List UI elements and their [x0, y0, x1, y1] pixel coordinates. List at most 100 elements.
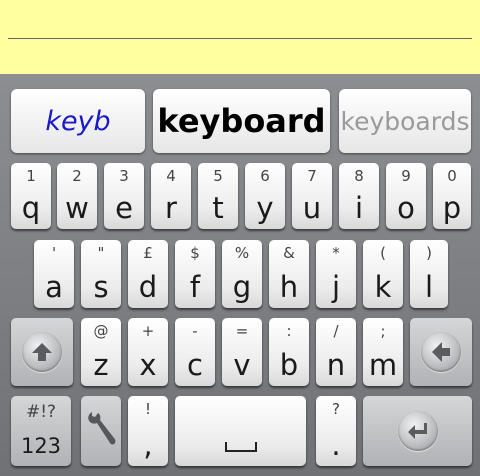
key-hint: % [234, 244, 250, 262]
key-label: e [115, 191, 133, 225]
key-label: b [279, 348, 299, 382]
key-p[interactable]: 0 p [433, 163, 471, 229]
enter-key[interactable] [363, 396, 472, 466]
key-label: q [21, 191, 41, 225]
suggestion-alternate[interactable]: keyboards [339, 89, 471, 153]
key-label: g [232, 270, 252, 304]
key-q[interactable]: 1 q [11, 163, 51, 229]
key-a[interactable]: ' a [34, 240, 74, 308]
key-d[interactable]: £ d [128, 240, 168, 308]
key-comma[interactable]: ! , [128, 396, 168, 466]
suggestion-primary[interactable]: keyboard [153, 89, 330, 153]
symbols-key[interactable]: #!? 123 [11, 396, 71, 466]
key-hint: £ [143, 244, 153, 262]
key-hint: : [286, 322, 292, 340]
key-hint: " [97, 244, 105, 262]
key-y[interactable]: 6 y [245, 163, 285, 229]
key-s[interactable]: " s [81, 240, 121, 308]
key-hint: ? [332, 400, 340, 418]
key-hint: * [332, 244, 340, 262]
key-hint: 0 [447, 167, 457, 185]
key-label: r [165, 191, 177, 225]
key-x[interactable]: + x [128, 318, 168, 386]
key-hint: ( [380, 244, 386, 262]
key-o[interactable]: 9 o [386, 163, 426, 229]
key-l[interactable]: ) l [410, 240, 448, 308]
key-m[interactable]: ; m [363, 318, 403, 386]
key-period[interactable]: ? . [316, 396, 356, 466]
key-t[interactable]: 5 t [198, 163, 238, 229]
key-hint: & [283, 244, 295, 262]
key-label: j [331, 270, 341, 304]
key-h[interactable]: & h [269, 240, 309, 308]
key-label: m [368, 348, 398, 382]
wrench-icon [86, 409, 116, 453]
key-label: . [331, 428, 341, 462]
key-n[interactable]: / n [316, 318, 356, 386]
key-label: p [442, 191, 462, 225]
key-hint: ! [144, 400, 151, 418]
key-label: x [139, 348, 157, 382]
space-bar-icon [224, 442, 257, 452]
key-hint: $ [190, 244, 200, 262]
key-f[interactable]: $ f [175, 240, 215, 308]
key-label: c [187, 348, 203, 382]
key-label: n [326, 348, 346, 382]
key-label: i [354, 191, 364, 225]
key-label: h [279, 270, 299, 304]
key-hint: ' [51, 244, 57, 262]
key-label: s [93, 270, 109, 304]
key-label: a [45, 270, 63, 304]
key-label: , [143, 428, 153, 462]
key-label: f [189, 270, 201, 304]
enter-return-icon [397, 411, 438, 451]
key-hint: / [333, 322, 339, 340]
key-hint: + [141, 322, 155, 340]
key-hint: 6 [260, 167, 270, 185]
key-label: w [65, 191, 89, 225]
suggestion-typed[interactable]: keyb [11, 89, 145, 153]
key-label: d [138, 270, 158, 304]
key-hint: 1 [26, 167, 36, 185]
delete-key[interactable] [410, 318, 472, 386]
key-hint: - [192, 322, 198, 340]
key-j[interactable]: * j [316, 240, 356, 308]
key-hint: 3 [119, 167, 129, 185]
space-bar[interactable] [175, 396, 306, 466]
text-input-area[interactable] [0, 0, 480, 74]
key-label: l [424, 270, 434, 304]
key-b[interactable]: : b [269, 318, 309, 386]
key-e[interactable]: 3 e [104, 163, 144, 229]
key-label: t [212, 191, 224, 225]
key-w[interactable]: 2 w [57, 163, 97, 229]
key-u[interactable]: 7 u [292, 163, 332, 229]
text-baseline [8, 38, 472, 39]
key-hint: ; [380, 322, 386, 340]
key-z[interactable]: @ z [81, 318, 121, 386]
key-hint: #!? [25, 402, 57, 422]
key-hint: 5 [213, 167, 223, 185]
key-label: 123 [20, 434, 62, 458]
shift-key[interactable] [11, 318, 73, 386]
key-hint: ) [426, 244, 432, 262]
key-hint: @ [93, 322, 109, 340]
key-i[interactable]: 8 i [339, 163, 379, 229]
key-hint: = [235, 322, 249, 340]
key-hint: 7 [307, 167, 317, 185]
shift-arrow-up-icon [22, 332, 62, 372]
key-r[interactable]: 4 r [151, 163, 191, 229]
backspace-arrow-left-icon [421, 332, 461, 372]
key-v[interactable]: = v [222, 318, 262, 386]
key-hint: 4 [166, 167, 176, 185]
key-hint: 2 [72, 167, 82, 185]
key-hint: 9 [401, 167, 411, 185]
key-c[interactable]: - c [175, 318, 215, 386]
key-label: u [302, 191, 322, 225]
key-g[interactable]: % g [222, 240, 262, 308]
key-label: k [374, 270, 392, 304]
key-label: z [93, 348, 109, 382]
key-k[interactable]: ( k [363, 240, 403, 308]
key-label: v [233, 348, 251, 382]
settings-key[interactable] [81, 396, 121, 466]
key-label: y [256, 191, 274, 225]
